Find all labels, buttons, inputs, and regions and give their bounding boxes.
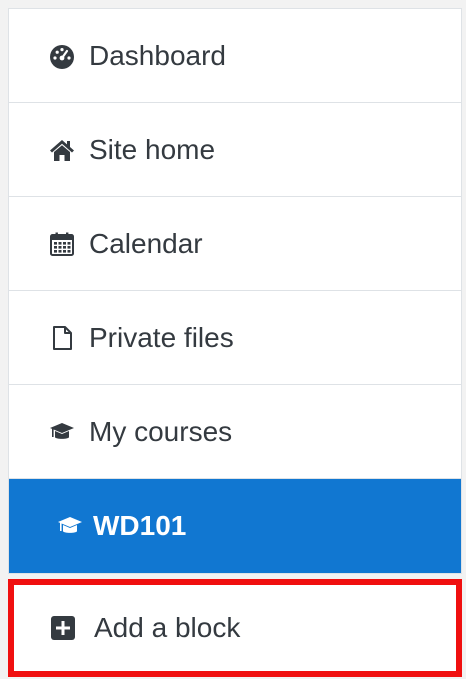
- nav-item-private-files[interactable]: Private files: [9, 291, 461, 385]
- nav-item-my-courses[interactable]: My courses: [9, 385, 461, 479]
- calendar-icon: [49, 231, 75, 257]
- home-icon: [49, 137, 75, 163]
- nav-item-dashboard[interactable]: Dashboard: [9, 9, 461, 103]
- nav-list: Dashboard Site home Calendar Private fil…: [8, 8, 462, 574]
- add-block-label: Add a block: [94, 612, 241, 643]
- nav-item-label: WD101: [93, 510, 187, 541]
- graduation-cap-icon: [49, 419, 75, 445]
- nav-item-label: Calendar: [89, 227, 203, 259]
- nav-item-label: Site home: [89, 133, 216, 165]
- add-block-button[interactable]: Add a block: [8, 579, 462, 677]
- nav-item-label: My courses: [89, 415, 233, 447]
- nav-item-label: Private files: [89, 321, 234, 353]
- nav-drawer: Dashboard Site home Calendar Private fil…: [8, 8, 462, 678]
- nav-item-label: Dashboard: [89, 39, 226, 71]
- file-icon: [49, 325, 75, 351]
- nav-item-site-home[interactable]: Site home: [9, 103, 461, 197]
- plus-square-icon: [50, 615, 76, 641]
- dashboard-icon: [49, 43, 75, 69]
- nav-item-calendar[interactable]: Calendar: [9, 197, 461, 291]
- graduation-cap-icon: [57, 513, 83, 539]
- nav-item-wd101[interactable]: WD101: [9, 479, 461, 573]
